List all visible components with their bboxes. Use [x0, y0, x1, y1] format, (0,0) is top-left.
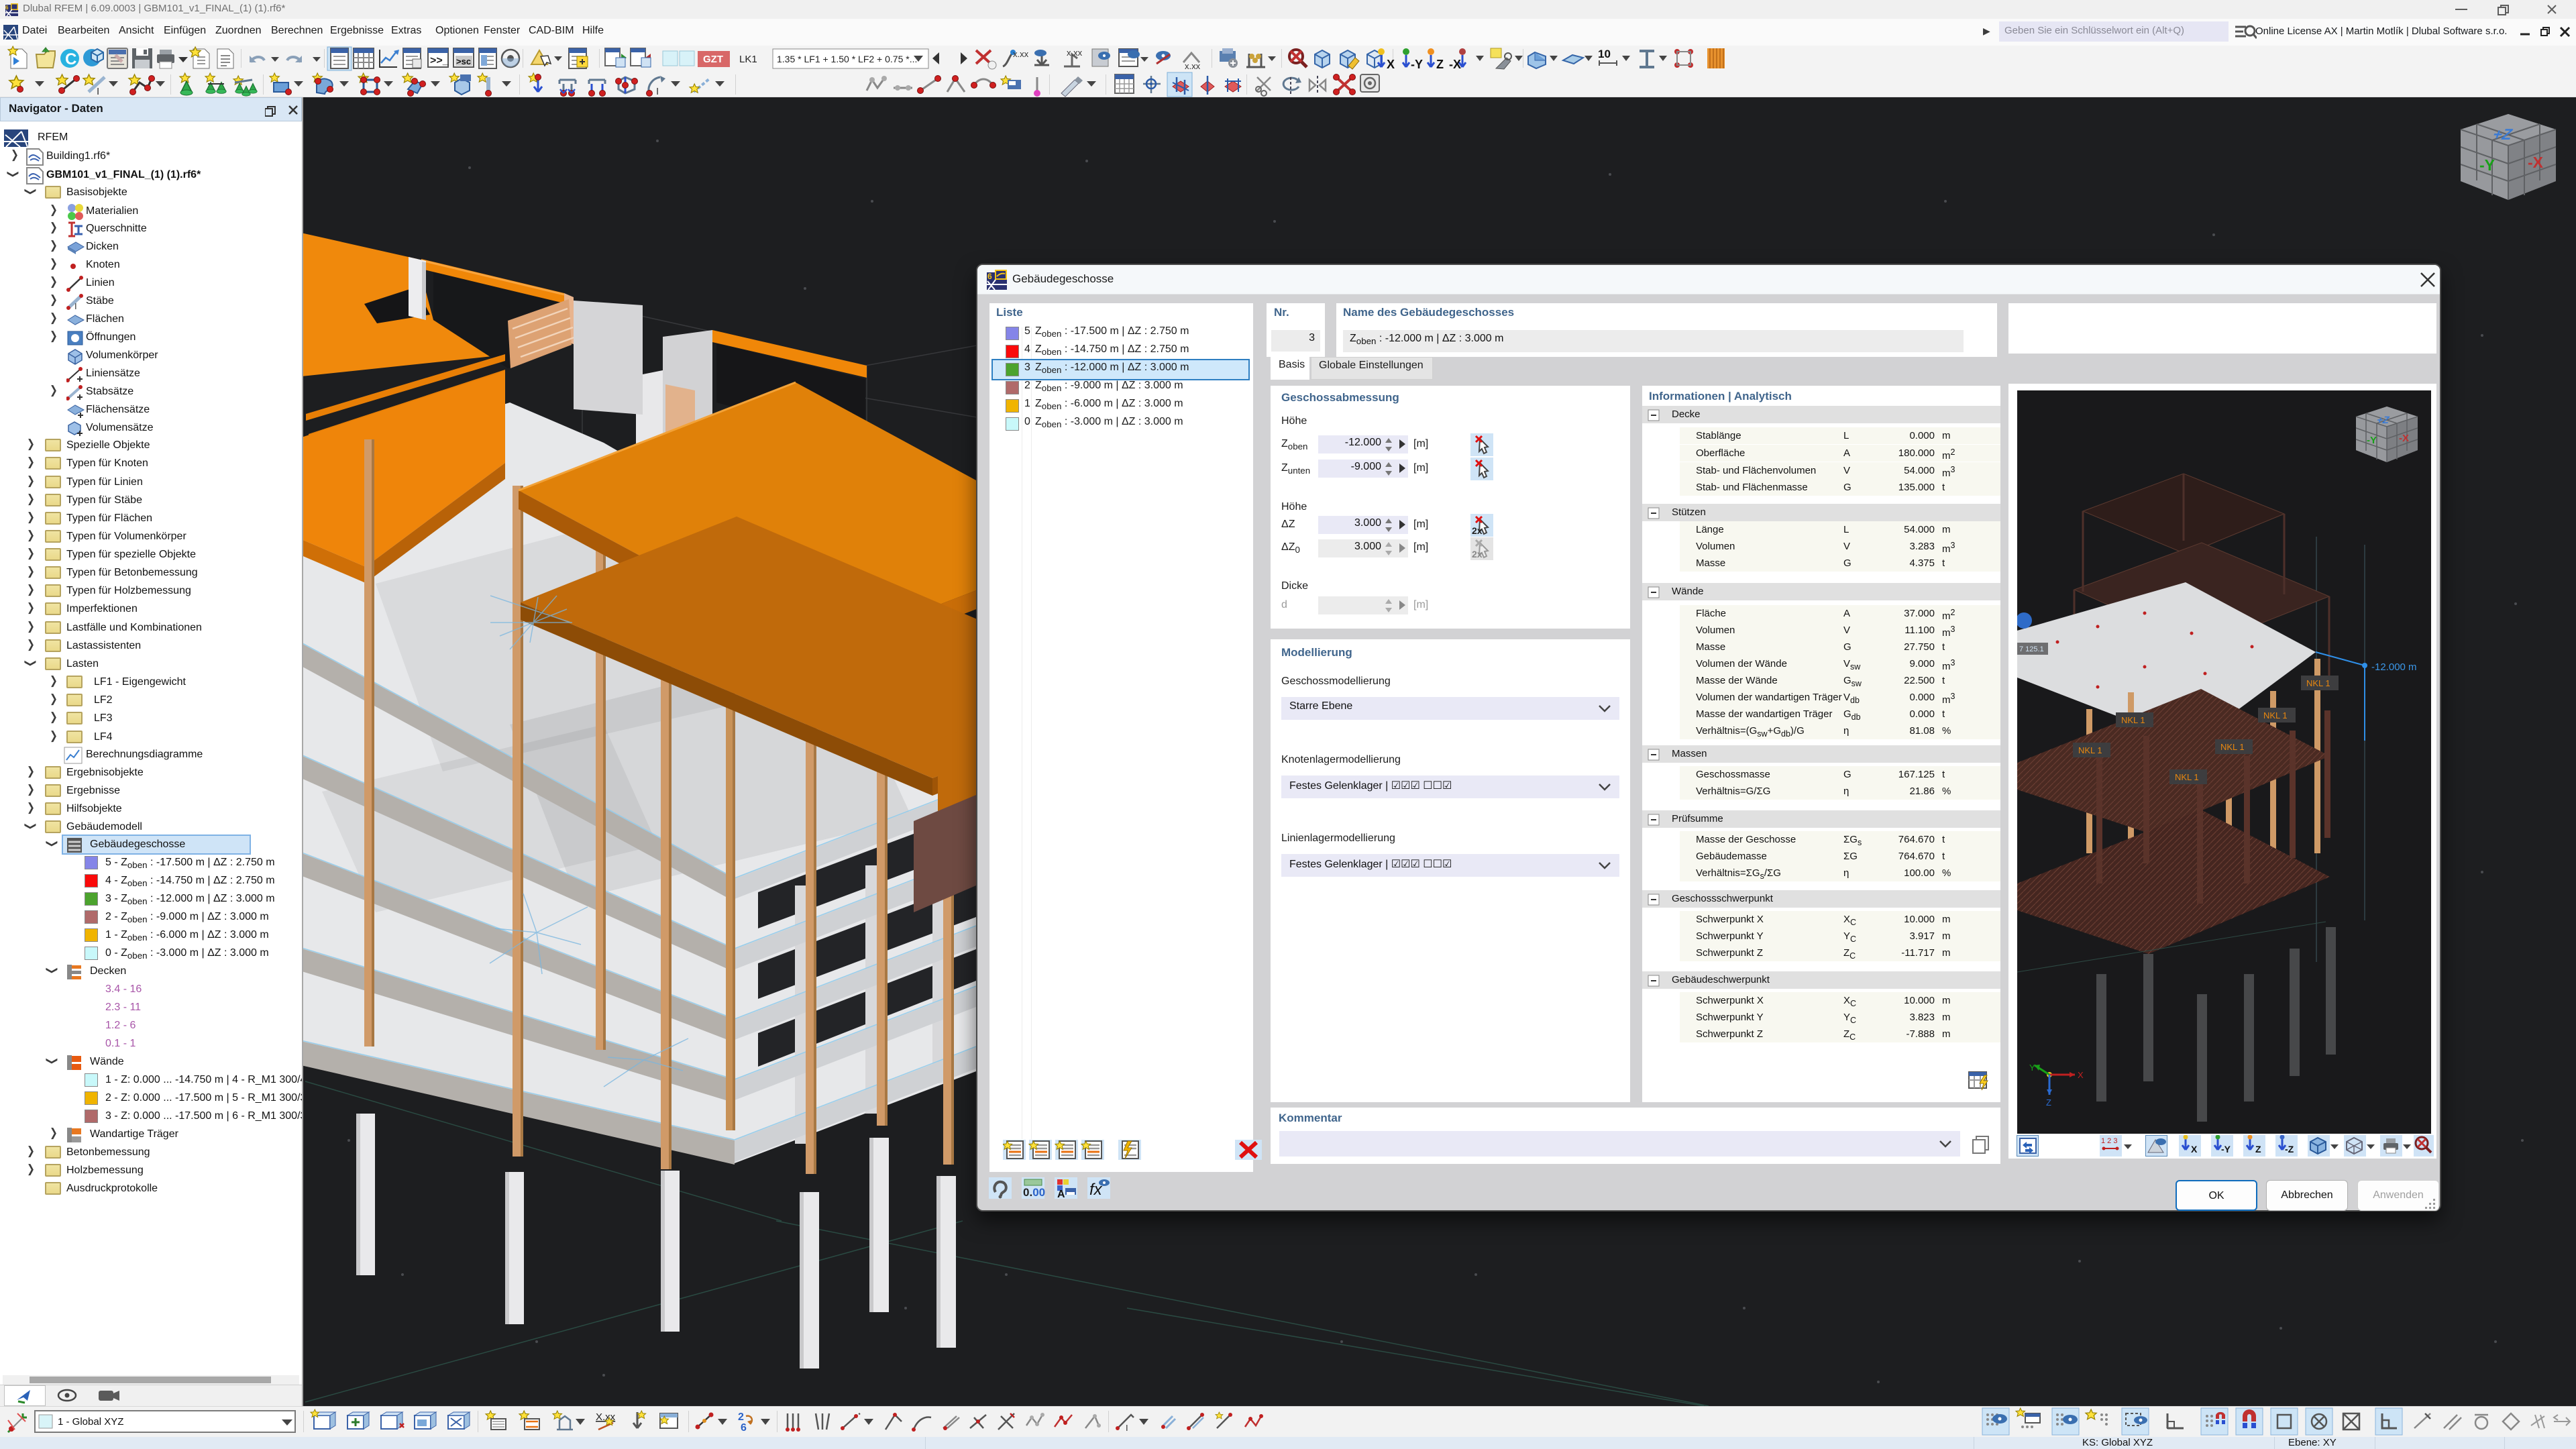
svg-text:10: 10 — [1598, 48, 1611, 60]
svg-text:-12.000 m: -12.000 m — [2371, 661, 2417, 673]
svg-text:I: I — [74, 301, 77, 311]
svg-text:x.xx: x.xx — [1013, 49, 1029, 59]
svg-text:-X: -X — [2528, 154, 2544, 171]
svg-text:1.35 * LF1 + 1.50 * LF2 + 0.75: 1.35 * LF1 + 1.50 * LF2 + 0.75 *... — [777, 54, 917, 64]
svg-text:0.00: 0.00 — [1023, 1186, 1045, 1199]
svg-text:Z: Z — [1436, 58, 1444, 71]
svg-text:A: A — [1057, 1189, 1065, 1200]
svg-text:>>_: >>_ — [430, 55, 449, 66]
svg-text:6: 6 — [741, 1422, 747, 1434]
svg-text:GZT: GZT — [703, 54, 723, 65]
svg-text:X: X — [1387, 58, 1395, 71]
svg-text:X: X — [2078, 1070, 2084, 1080]
svg-text:2x: 2x — [1472, 525, 1483, 536]
svg-text:6: 6 — [987, 272, 992, 281]
svg-text:Z: Z — [2046, 1097, 2051, 1108]
svg-text:Z: Z — [2255, 1144, 2261, 1155]
svg-text:-Y: -Y — [1411, 58, 1423, 71]
svg-text:NKL 1: NKL 1 — [2306, 678, 2330, 688]
svg-text:LK1: LK1 — [739, 54, 757, 65]
svg-text:X: X — [2191, 1144, 2198, 1155]
svg-text:2x: 2x — [1472, 549, 1483, 559]
svg-text:NKL 1: NKL 1 — [2220, 742, 2245, 752]
svg-text:x.xx: x.xx — [1067, 48, 1083, 58]
svg-text:NKL 1: NKL 1 — [2175, 772, 2199, 782]
svg-text:-X: -X — [1449, 58, 1461, 71]
svg-text:NKL 1: NKL 1 — [2078, 745, 2102, 755]
svg-text:NKL 1: NKL 1 — [2121, 715, 2145, 725]
svg-text:>sc: >sc — [456, 56, 471, 66]
svg-text:2: 2 — [738, 1411, 744, 1423]
svg-text:C: C — [65, 50, 76, 68]
svg-text:I: I — [1126, 1423, 1128, 1433]
svg-text:I: I — [97, 86, 99, 97]
svg-text:Y: Y — [2029, 1063, 2035, 1073]
svg-text:-Y: -Y — [2479, 156, 2495, 174]
svg-text:-Y: -Y — [2367, 435, 2377, 446]
svg-text:7 125.1: 7 125.1 — [2019, 645, 2044, 653]
svg-text:6: 6 — [5, 5, 9, 11]
svg-text:-X: -X — [2399, 433, 2409, 444]
svg-text:1 - Global XYZ: 1 - Global XYZ — [58, 1416, 123, 1428]
svg-text:NKL 1: NKL 1 — [2263, 710, 2288, 720]
svg-text:1 2 3: 1 2 3 — [2101, 1137, 2117, 1145]
svg-text:I: I — [656, 86, 659, 97]
svg-text:-Z: -Z — [2285, 1144, 2294, 1155]
svg-text:x.xx: x.xx — [1185, 61, 1201, 71]
svg-text:-Y: -Y — [2221, 1144, 2231, 1155]
